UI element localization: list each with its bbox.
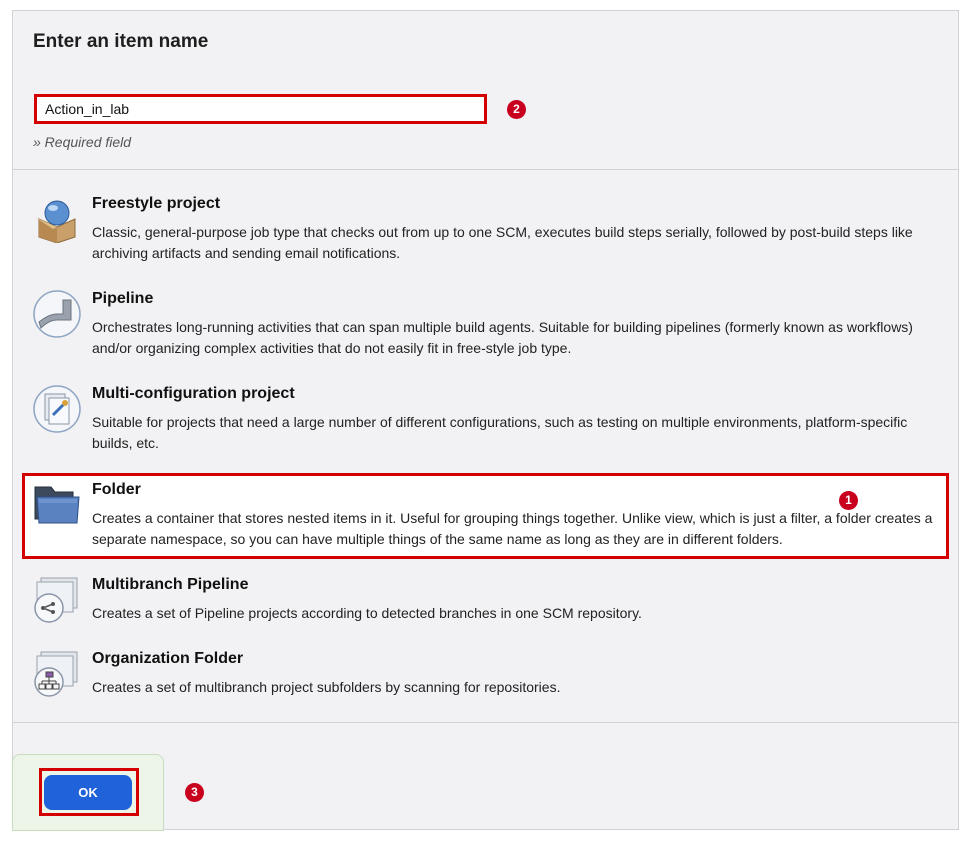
step-marker-3: 3 [185,783,204,802]
item-name-input[interactable] [34,94,487,124]
step-marker-2: 2 [507,100,526,119]
item-type-description: Creates a set of multibranch project sub… [92,679,561,695]
step-marker-1: 1 [839,491,858,510]
folder-icon [33,481,81,529]
organization-folder-icon [33,650,81,698]
item-type-title: Pipeline [92,290,154,307]
item-type-title: Multi-configuration project [92,385,295,402]
divider [13,169,958,170]
required-field-hint: » Required field [33,134,132,150]
item-type-description: Creates a set of Pipeline projects accor… [92,605,642,621]
item-type-title: Folder [92,481,141,498]
item-type-pipeline[interactable]: Pipeline Orchestrates long-running activ… [23,290,950,370]
item-type-organization-folder[interactable]: Organization Folder Creates a set of mul… [23,650,950,710]
ok-button[interactable]: OK [44,775,132,810]
item-type-multi-configuration-project[interactable]: Multi-configuration project Suitable for… [23,385,950,465]
item-type-title: Freestyle project [92,195,221,212]
item-type-description: Classic, general-purpose job type that c… [92,224,913,261]
divider [13,722,958,723]
new-item-panel: Enter an item name 2 » Required field Fr… [12,10,959,830]
multibranch-pipeline-icon [33,576,81,624]
item-type-description: Suitable for projects that need a large … [92,414,908,451]
item-type-multibranch-pipeline[interactable]: Multibranch Pipeline Creates a set of Pi… [23,576,950,636]
item-type-description: Orchestrates long-running activities tha… [92,319,913,356]
item-type-freestyle-project[interactable]: Freestyle project Classic, general-purpo… [23,195,950,275]
item-type-folder[interactable]: Folder Creates a container that stores n… [23,481,950,555]
multi-configuration-icon [33,385,81,433]
freestyle-project-icon [33,195,81,244]
item-type-title: Organization Folder [92,650,244,667]
item-type-description: Creates a container that stores nested i… [92,510,933,547]
item-type-title: Multibranch Pipeline [92,576,249,593]
pipeline-icon [33,290,81,338]
page-title: Enter an item name [33,31,209,52]
